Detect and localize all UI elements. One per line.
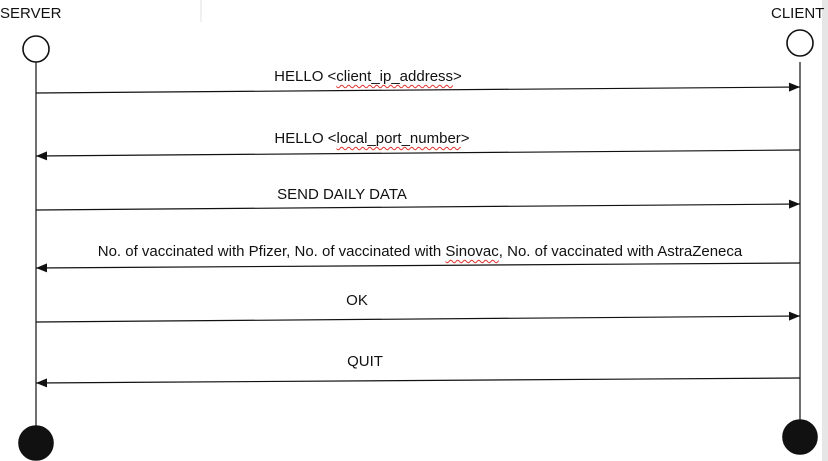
message-arrowhead [788, 82, 800, 92]
message-label: SEND DAILY DATA [277, 185, 407, 205]
message-arrowhead [788, 199, 800, 209]
message-arrow-line [35, 149, 801, 157]
message-label: QUIT [347, 352, 383, 372]
client-end-node [782, 419, 818, 455]
participant-server-label: SERVER [0, 5, 62, 22]
message-text: , No. of vaccinated with AstraZeneca [498, 243, 743, 260]
message-text: No. of vaccinated with Pfizer, No. of va… [97, 243, 446, 260]
sequence-diagram: SERVER CLIENT HELLO <client_ip_address> H… [0, 0, 828, 461]
spellcheck-flagged-text: local_port_number [336, 130, 461, 147]
message-text: HELLO < [274, 68, 337, 85]
message-arrowhead [36, 263, 48, 273]
server-start-node [22, 35, 50, 63]
message-arrow-line [35, 377, 801, 384]
message-label: HELLO <client_ip_address> [274, 67, 462, 87]
message-text: SEND DAILY DATA [277, 186, 407, 203]
spellcheck-flagged-text: client_ip_address [336, 68, 454, 85]
message-text: HELLO < [274, 130, 337, 147]
message-arrowhead [788, 311, 800, 321]
message-arrow-line [35, 203, 801, 211]
message-text: OK [346, 292, 368, 309]
server-end-node [18, 425, 54, 461]
spellcheck-flagged-text: Sinovac [445, 243, 499, 260]
message-text: QUIT [347, 353, 383, 370]
participant-client-label: CLIENT [771, 5, 825, 22]
message-arrowhead [36, 151, 48, 161]
message-text: > [460, 130, 470, 147]
client-start-node [786, 29, 814, 57]
message-arrow-line [35, 262, 801, 269]
message-arrow-line [35, 86, 801, 94]
message-label: HELLO <local_port_number> [274, 129, 469, 149]
message-arrow-line [35, 315, 801, 323]
message-label: No. of vaccinated with Pfizer, No. of va… [98, 242, 743, 262]
message-text: > [453, 68, 462, 85]
message-arrowhead [36, 378, 48, 388]
message-label: OK [346, 291, 368, 311]
